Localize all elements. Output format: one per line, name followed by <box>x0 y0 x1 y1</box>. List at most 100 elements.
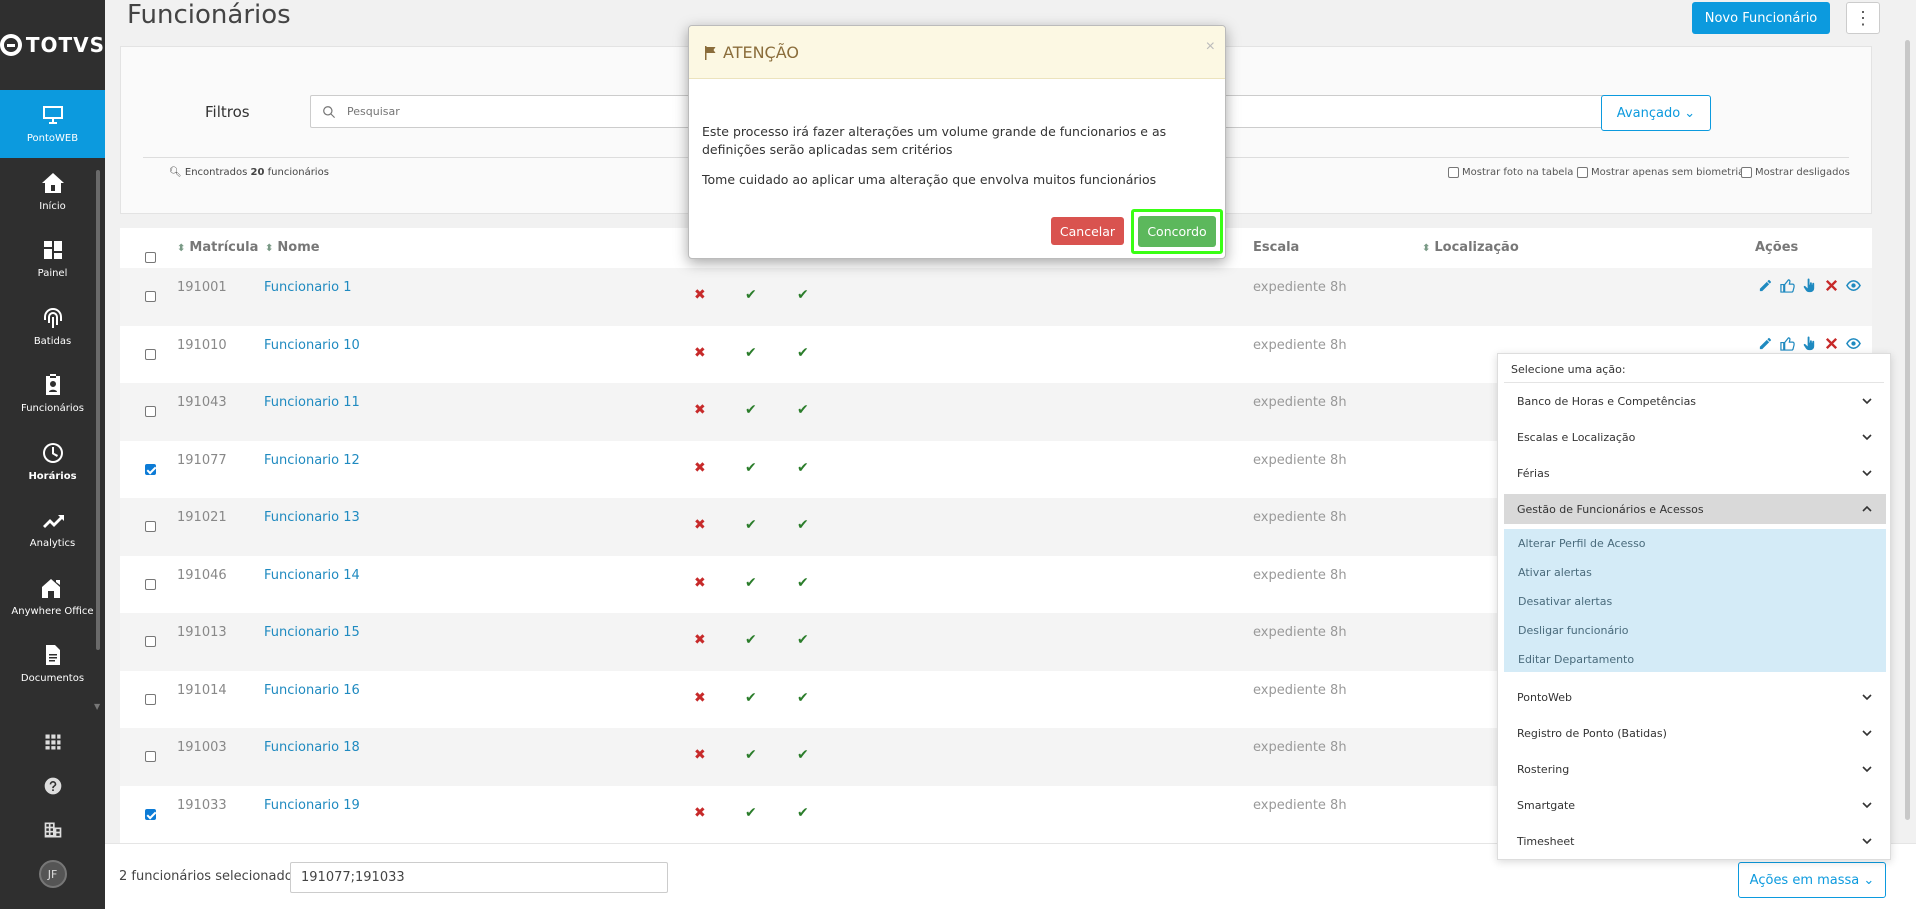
page-scrollbar[interactable] <box>1905 40 1910 820</box>
submenu-item[interactable]: Alterar Perfil de Acesso <box>1518 537 1646 550</box>
sidebar-item-pontoweb[interactable]: PontoWEB <box>0 90 105 158</box>
menu-group-banco-horas[interactable]: Banco de Horas e Competências <box>1504 386 1886 416</box>
edit-icon[interactable] <box>1758 278 1773 293</box>
row-checkbox[interactable] <box>145 808 156 820</box>
scroll-down-icon[interactable]: ▼ <box>94 702 100 711</box>
help-button[interactable] <box>0 764 105 808</box>
header-matricula[interactable]: ⬍ Matrícula <box>177 240 258 255</box>
header-nome[interactable]: ⬍ Nome <box>265 240 320 255</box>
apps-button[interactable] <box>0 720 105 764</box>
thumbs-up-icon[interactable] <box>1780 336 1795 351</box>
menu-group-pontoweb[interactable]: PontoWeb <box>1504 682 1886 712</box>
menu-group-ferias[interactable]: Férias <box>1504 458 1886 488</box>
menu-group-smartgate[interactable]: Smartgate <box>1504 790 1886 820</box>
hand-pointer-icon[interactable] <box>1802 335 1817 351</box>
header-localizacao[interactable]: ⬍ Localização <box>1422 240 1519 255</box>
show-no-biometry-option[interactable]: Mostrar apenas sem biometria <box>1577 167 1744 178</box>
check-icon: ✔ <box>745 459 757 476</box>
menu-group-registro-ponto[interactable]: Registro de Ponto (Batidas) <box>1504 718 1886 748</box>
sidebar-item-inicio[interactable]: Início <box>0 158 105 226</box>
submenu-item[interactable]: Ativar alertas <box>1518 566 1592 579</box>
show-photo-option[interactable]: Mostrar foto na tabela <box>1448 167 1573 178</box>
cell-name-link[interactable]: Funcionario 11 <box>264 395 360 410</box>
view-eye-icon[interactable] <box>1846 278 1861 293</box>
row-checkbox[interactable] <box>145 521 156 532</box>
view-eye-icon[interactable] <box>1846 336 1861 351</box>
delete-icon[interactable] <box>1824 336 1839 351</box>
menu-group-rostering[interactable]: Rostering <box>1504 754 1886 784</box>
sidebar-item-funcionarios[interactable]: Funcionários <box>0 360 105 428</box>
checkbox[interactable] <box>1577 167 1588 178</box>
totvs-logo[interactable]: TOTVS <box>0 0 105 90</box>
row-checkbox[interactable] <box>145 636 156 647</box>
select-all-checkbox[interactable] <box>145 252 156 263</box>
row-checkbox[interactable] <box>145 578 156 590</box>
cell-name-link[interactable]: Funcionario 16 <box>264 683 360 698</box>
show-dismissed-option[interactable]: Mostrar desligados <box>1741 167 1850 178</box>
menu-group-gestao[interactable]: Gestão de Funcionários e Acessos <box>1504 494 1886 524</box>
cell-name-link[interactable]: Funcionario 15 <box>264 625 360 640</box>
row-checkbox[interactable] <box>145 751 156 762</box>
submenu-item[interactable]: Desativar alertas <box>1518 595 1612 608</box>
table-row[interactable]: 191001 Funcionario 1 ✖ ✔ ✔ expediente 8h <box>120 268 1872 326</box>
row-checkbox[interactable] <box>145 291 156 302</box>
row-checkbox[interactable] <box>145 406 156 417</box>
cell-matricula: 191077 <box>177 452 227 468</box>
row-checkbox[interactable] <box>145 463 156 475</box>
status-x-icon: ✖ <box>694 287 706 303</box>
cell-escala: expediente 8h <box>1253 337 1347 353</box>
more-options-button[interactable]: ⋮ <box>1846 2 1880 34</box>
user-avatar-button[interactable]: JF <box>0 852 105 896</box>
header-acoes: Ações <box>1755 240 1798 255</box>
submenu-item[interactable]: Desligar funcionário <box>1518 624 1629 637</box>
close-icon[interactable]: × <box>1206 38 1215 56</box>
submenu-item[interactable]: Editar Departamento <box>1518 653 1634 666</box>
cell-name-link[interactable]: Funcionario 18 <box>264 740 360 755</box>
company-button[interactable] <box>0 808 105 852</box>
agree-button-highlight: Concordo <box>1131 209 1223 254</box>
thumbs-up-icon[interactable] <box>1780 278 1795 293</box>
logo-icon <box>0 34 22 56</box>
menu-group-escalas[interactable]: Escalas e Localização <box>1504 422 1886 452</box>
hand-pointer-icon[interactable] <box>1802 278 1817 293</box>
cancel-button[interactable]: Cancelar <box>1051 217 1124 245</box>
row-checkbox[interactable] <box>145 693 156 705</box>
advanced-filter-button[interactable]: Avançado ⌄ <box>1601 95 1711 131</box>
sidebar-item-label: Anywhere Office <box>11 605 94 617</box>
cell-name-link[interactable]: Funcionario 13 <box>264 510 360 525</box>
check-icon: ✔ <box>745 574 757 591</box>
mass-actions-button[interactable]: Ações em massa ⌄ <box>1738 862 1886 898</box>
check-icon: ✔ <box>797 689 809 706</box>
new-employee-button[interactable]: Novo Funcionário <box>1692 2 1830 34</box>
agree-button[interactable]: Concordo <box>1138 216 1216 247</box>
check-icon: ✔ <box>797 632 809 648</box>
sidebar-scrollbar[interactable] <box>96 170 100 650</box>
sidebar-item-label: Horários <box>28 470 77 482</box>
cell-name-link[interactable]: Funcionario 1 <box>264 280 351 295</box>
delete-icon[interactable] <box>1824 278 1839 293</box>
sidebar-item-painel[interactable]: Painel <box>0 225 105 293</box>
results-count: 🔍︎ Encontrados 20 funcionários <box>169 167 329 178</box>
sidebar-item-label: PontoWEB <box>26 133 79 145</box>
menu-title: Selecione uma ação: <box>1511 363 1626 376</box>
selected-ids-input[interactable] <box>290 862 668 893</box>
checkbox[interactable] <box>1448 167 1459 178</box>
menu-group-label: Banco de Horas e Competências <box>1517 394 1697 408</box>
menu-group-timesheet[interactable]: Timesheet <box>1504 826 1886 856</box>
sidebar-item-batidas[interactable]: Batidas <box>0 293 105 361</box>
sidebar-item-analytics[interactable]: Analytics <box>0 495 105 563</box>
sidebar-item-documentos[interactable]: Documentos <box>0 630 105 698</box>
cell-matricula: 191001 <box>177 280 227 295</box>
sidebar-item-anywhere-office[interactable]: Anywhere Office <box>0 563 105 631</box>
cell-name-link[interactable]: Funcionario 14 <box>264 568 360 583</box>
edit-icon[interactable] <box>1758 336 1773 351</box>
header-escala[interactable]: Escala <box>1253 240 1299 255</box>
sidebar-item-horarios[interactable]: Horários <box>0 428 105 496</box>
row-checkbox[interactable] <box>145 348 156 360</box>
check-icon: ✔ <box>745 287 757 303</box>
cell-name-link[interactable]: Funcionario 19 <box>264 798 360 813</box>
modal-title-text: ATENÇÃO <box>723 43 799 62</box>
cell-name-link[interactable]: Funcionario 10 <box>264 338 360 353</box>
checkbox[interactable] <box>1741 167 1752 178</box>
cell-name-link[interactable]: Funcionario 12 <box>264 453 360 468</box>
